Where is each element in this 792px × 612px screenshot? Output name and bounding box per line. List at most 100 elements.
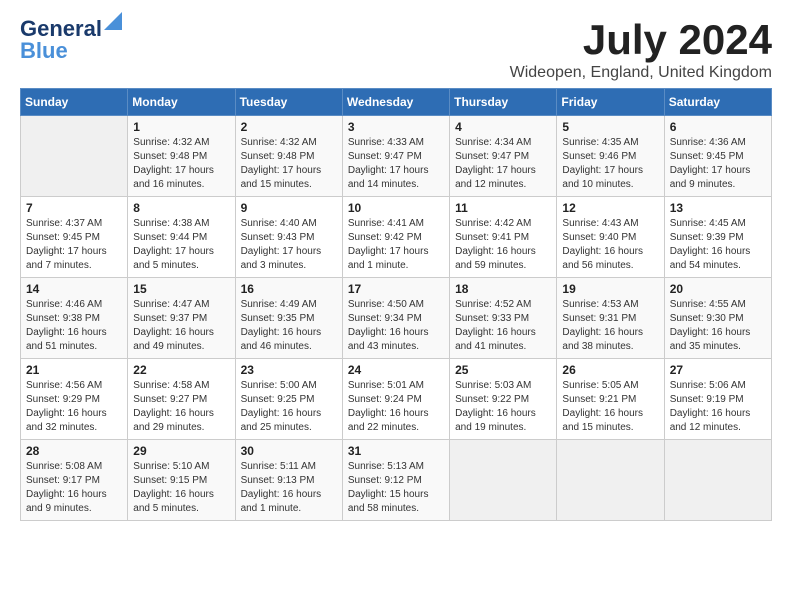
day-number: 7 xyxy=(26,201,122,215)
day-cell: 19Sunrise: 4:53 AM Sunset: 9:31 PM Dayli… xyxy=(557,278,664,359)
day-content: Sunrise: 4:40 AM Sunset: 9:43 PM Dayligh… xyxy=(241,217,337,273)
page-header: General Blue July 2024 Wideopen, England… xyxy=(20,16,772,82)
day-content: Sunrise: 4:58 AM Sunset: 9:27 PM Dayligh… xyxy=(133,379,229,435)
day-cell: 6 Sunrise: 4:36 AM Sunset: 9:45 PM Daylig… xyxy=(664,116,771,197)
day-cell: 22 Sunrise: 4:58 AM Sunset: 9:27 PM Dayli… xyxy=(128,359,235,440)
day-number: 5 xyxy=(562,120,658,134)
day-cell: 30 Sunrise: 5:11 AM Sunset: 9:13 PM Dayli… xyxy=(235,440,342,521)
day-number: 30 xyxy=(241,444,337,458)
day-number: 16 xyxy=(241,282,337,296)
day-cell: 11 Sunrise: 4:42 AM Sunset: 9:41 PM Dayli… xyxy=(450,197,557,278)
day-number: 19 xyxy=(562,282,658,296)
day-content: Sunrise: 5:01 AM Sunset: 9:24 PM Dayligh… xyxy=(348,379,444,435)
day-cell: 2 Sunrise: 4:32 AM Sunset: 9:48 PM Daylig… xyxy=(235,116,342,197)
header-wednesday: Wednesday xyxy=(342,89,449,116)
day-cell: 9 Sunrise: 4:40 AM Sunset: 9:43 PM Daylig… xyxy=(235,197,342,278)
logo-general: General xyxy=(20,16,102,41)
header-friday: Friday xyxy=(557,89,664,116)
day-number: 23 xyxy=(241,363,337,377)
day-number: 14 xyxy=(26,282,122,296)
day-cell: 4 Sunrise: 4:34 AM Sunset: 9:47 PM Daylig… xyxy=(450,116,557,197)
day-number: 3 xyxy=(348,120,444,134)
day-number: 6 xyxy=(670,120,766,134)
day-number: 31 xyxy=(348,444,444,458)
day-number: 26 xyxy=(562,363,658,377)
month-year-title: July 2024 xyxy=(510,16,772,64)
day-number: 9 xyxy=(241,201,337,215)
day-cell: 1Sunrise: 4:32 AM Sunset: 9:48 PM Daylig… xyxy=(128,116,235,197)
day-cell: 25 Sunrise: 5:03 AM Sunset: 9:22 PM Dayli… xyxy=(450,359,557,440)
day-content: Sunrise: 4:36 AM Sunset: 9:45 PM Dayligh… xyxy=(670,136,766,192)
day-number: 4 xyxy=(455,120,551,134)
header-monday: Monday xyxy=(128,89,235,116)
day-cell: 8 Sunrise: 4:38 AM Sunset: 9:44 PM Daylig… xyxy=(128,197,235,278)
day-content: Sunrise: 5:00 AM Sunset: 9:25 PM Dayligh… xyxy=(241,379,337,435)
day-content: Sunrise: 4:52 AM Sunset: 9:33 PM Dayligh… xyxy=(455,298,551,354)
day-number: 20 xyxy=(670,282,766,296)
day-content: Sunrise: 4:47 AM Sunset: 9:37 PM Dayligh… xyxy=(133,298,229,354)
day-content: Sunrise: 5:03 AM Sunset: 9:22 PM Dayligh… xyxy=(455,379,551,435)
day-content: Sunrise: 4:34 AM Sunset: 9:47 PM Dayligh… xyxy=(455,136,551,192)
day-content: Sunrise: 4:42 AM Sunset: 9:41 PM Dayligh… xyxy=(455,217,551,273)
day-content: Sunrise: 4:35 AM Sunset: 9:46 PM Dayligh… xyxy=(562,136,658,192)
header-tuesday: Tuesday xyxy=(235,89,342,116)
header-thursday: Thursday xyxy=(450,89,557,116)
day-number: 17 xyxy=(348,282,444,296)
day-cell: 26 Sunrise: 5:05 AM Sunset: 9:21 PM Dayli… xyxy=(557,359,664,440)
header-saturday: Saturday xyxy=(664,89,771,116)
day-number: 21 xyxy=(26,363,122,377)
day-content: Sunrise: 4:37 AM Sunset: 9:45 PM Dayligh… xyxy=(26,217,122,273)
day-content: Sunrise: 5:05 AM Sunset: 9:21 PM Dayligh… xyxy=(562,379,658,435)
day-number: 13 xyxy=(670,201,766,215)
day-number: 27 xyxy=(670,363,766,377)
day-number: 25 xyxy=(455,363,551,377)
day-cell: 12 Sunrise: 4:43 AM Sunset: 9:40 PM Dayli… xyxy=(557,197,664,278)
week-row-5: 28 Sunrise: 5:08 AM Sunset: 9:17 PM Dayli… xyxy=(21,440,772,521)
day-content: Sunrise: 4:49 AM Sunset: 9:35 PM Dayligh… xyxy=(241,298,337,354)
day-number: 12 xyxy=(562,201,658,215)
day-cell: 27Sunrise: 5:06 AM Sunset: 9:19 PM Dayli… xyxy=(664,359,771,440)
day-number: 8 xyxy=(133,201,229,215)
day-number: 22 xyxy=(133,363,229,377)
day-cell: 13 Sunrise: 4:45 AM Sunset: 9:39 PM Dayli… xyxy=(664,197,771,278)
day-content: Sunrise: 4:38 AM Sunset: 9:44 PM Dayligh… xyxy=(133,217,229,273)
header-sunday: Sunday xyxy=(21,89,128,116)
day-number: 18 xyxy=(455,282,551,296)
day-cell: 21 Sunrise: 4:56 AM Sunset: 9:29 PM Dayli… xyxy=(21,359,128,440)
day-content: Sunrise: 4:43 AM Sunset: 9:40 PM Dayligh… xyxy=(562,217,658,273)
day-cell: 18 Sunrise: 4:52 AM Sunset: 9:33 PM Dayli… xyxy=(450,278,557,359)
day-content: Sunrise: 5:08 AM Sunset: 9:17 PM Dayligh… xyxy=(26,460,122,516)
day-cell: 14 Sunrise: 4:46 AM Sunset: 9:38 PM Dayli… xyxy=(21,278,128,359)
logo-arrow-icon xyxy=(104,12,122,30)
day-cell xyxy=(450,440,557,521)
day-cell: 3Sunrise: 4:33 AM Sunset: 9:47 PM Daylig… xyxy=(342,116,449,197)
week-row-1: 1Sunrise: 4:32 AM Sunset: 9:48 PM Daylig… xyxy=(21,116,772,197)
day-number: 15 xyxy=(133,282,229,296)
day-content: Sunrise: 4:56 AM Sunset: 9:29 PM Dayligh… xyxy=(26,379,122,435)
day-number: 2 xyxy=(241,120,337,134)
day-cell: 29 Sunrise: 5:10 AM Sunset: 9:15 PM Dayli… xyxy=(128,440,235,521)
week-row-2: 7 Sunrise: 4:37 AM Sunset: 9:45 PM Daylig… xyxy=(21,197,772,278)
day-content: Sunrise: 5:11 AM Sunset: 9:13 PM Dayligh… xyxy=(241,460,337,516)
day-cell: 15 Sunrise: 4:47 AM Sunset: 9:37 PM Dayli… xyxy=(128,278,235,359)
day-content: Sunrise: 4:32 AM Sunset: 9:48 PM Dayligh… xyxy=(133,136,229,192)
day-content: Sunrise: 4:50 AM Sunset: 9:34 PM Dayligh… xyxy=(348,298,444,354)
day-content: Sunrise: 5:13 AM Sunset: 9:12 PM Dayligh… xyxy=(348,460,444,516)
title-block: July 2024 Wideopen, England, United King… xyxy=(510,16,772,82)
day-content: Sunrise: 4:45 AM Sunset: 9:39 PM Dayligh… xyxy=(670,217,766,273)
day-cell: 31 Sunrise: 5:13 AM Sunset: 9:12 PM Dayli… xyxy=(342,440,449,521)
day-content: Sunrise: 4:41 AM Sunset: 9:42 PM Dayligh… xyxy=(348,217,444,273)
calendar-table: SundayMondayTuesdayWednesdayThursdayFrid… xyxy=(20,88,772,521)
day-number: 29 xyxy=(133,444,229,458)
week-row-4: 21 Sunrise: 4:56 AM Sunset: 9:29 PM Dayli… xyxy=(21,359,772,440)
day-content: Sunrise: 4:32 AM Sunset: 9:48 PM Dayligh… xyxy=(241,136,337,192)
day-content: Sunrise: 5:10 AM Sunset: 9:15 PM Dayligh… xyxy=(133,460,229,516)
day-cell xyxy=(664,440,771,521)
day-content: Sunrise: 4:46 AM Sunset: 9:38 PM Dayligh… xyxy=(26,298,122,354)
location-subtitle: Wideopen, England, United Kingdom xyxy=(510,64,772,82)
day-cell xyxy=(21,116,128,197)
day-number: 28 xyxy=(26,444,122,458)
day-cell: 5 Sunrise: 4:35 AM Sunset: 9:46 PM Daylig… xyxy=(557,116,664,197)
day-cell: 24Sunrise: 5:01 AM Sunset: 9:24 PM Dayli… xyxy=(342,359,449,440)
day-number: 11 xyxy=(455,201,551,215)
